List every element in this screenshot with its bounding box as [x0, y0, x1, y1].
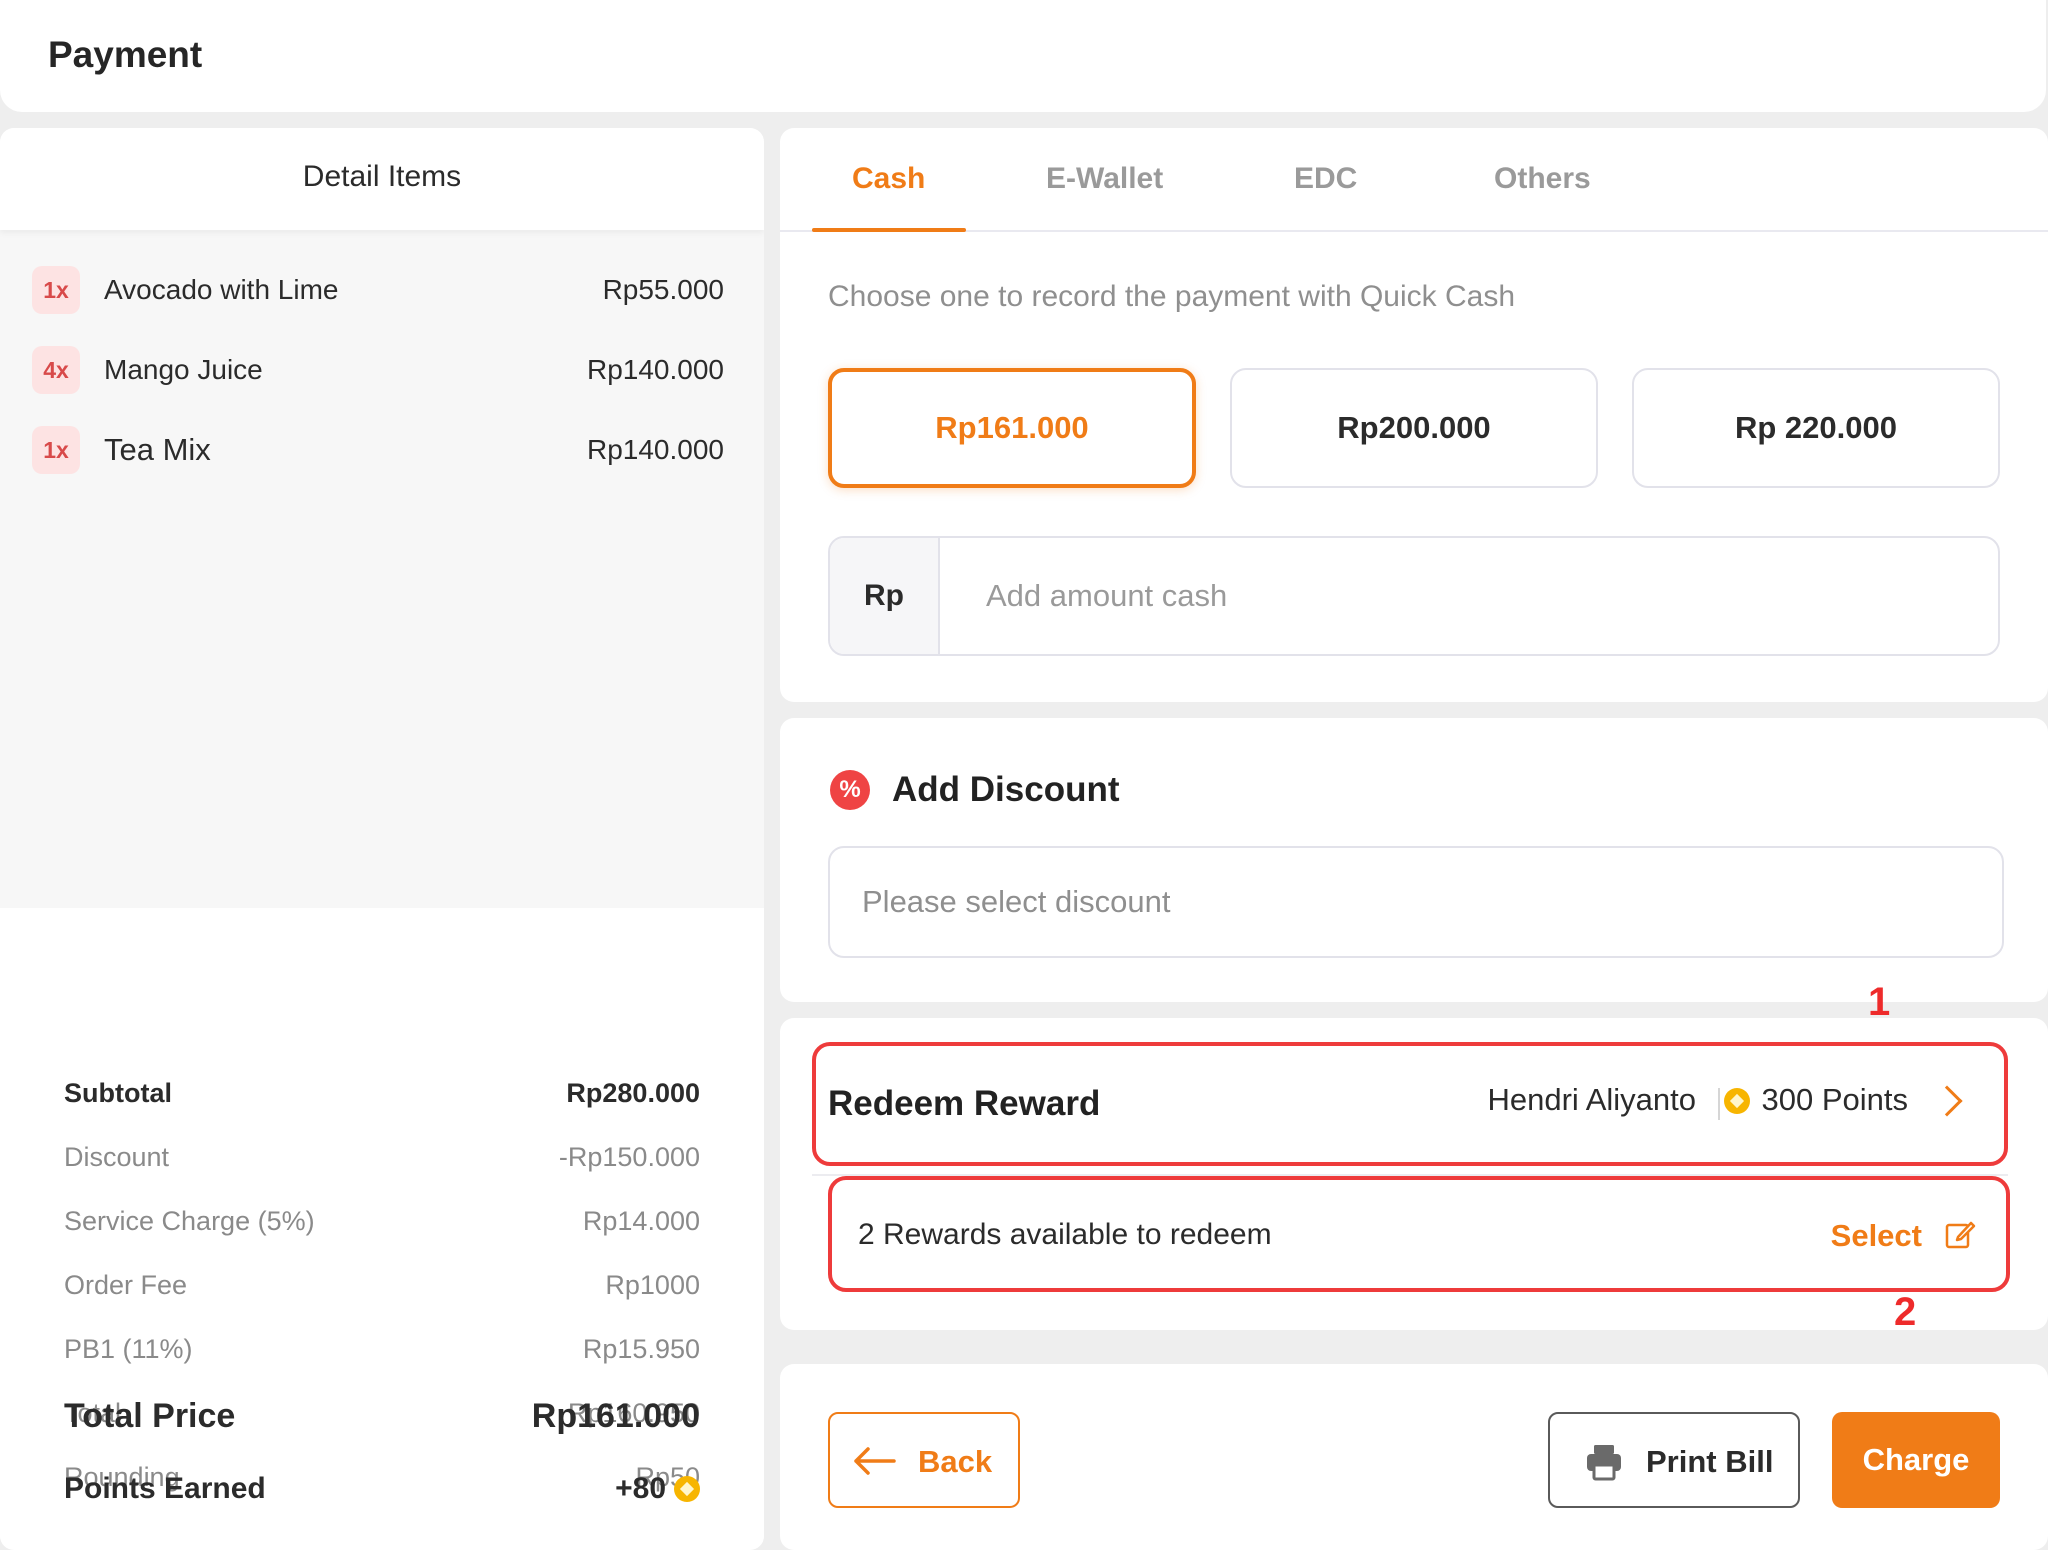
available-rewards-row: 2 Rewards available to redeem Select — [828, 1176, 2010, 1292]
list-item: 4x Mango Juice Rp140.000 — [32, 346, 724, 394]
discount-title: Add Discount — [892, 770, 1120, 809]
back-label: Back — [918, 1444, 993, 1479]
total-price-label: Total Price — [64, 1397, 236, 1435]
tab-cash[interactable]: Cash — [852, 162, 925, 196]
service-charge-label: Service Charge (5%) — [64, 1206, 315, 1236]
cash-amount-input[interactable] — [942, 538, 1998, 654]
discount-card: % Add Discount Please select discount — [780, 718, 2048, 1002]
subtotal-value: Rp280.000 — [566, 1078, 700, 1108]
action-bar: Back Print Bill Charge — [780, 1364, 2048, 1550]
page-title: Payment — [48, 34, 203, 75]
annotation-label-1: 1 — [1868, 980, 1891, 1024]
print-bill-button[interactable]: Print Bill — [1548, 1412, 1800, 1508]
customer-points: 300 Points — [1723, 1082, 1909, 1118]
discount-select[interactable]: Please select discount — [828, 846, 2004, 958]
item-price: Rp55.000 — [602, 274, 724, 305]
points-earned-value: +80 — [615, 1472, 666, 1505]
service-charge-value: Rp14.000 — [582, 1206, 700, 1236]
quick-cash-option[interactable]: Rp161.000 — [828, 368, 1196, 488]
order-summary: Subtotal Rp280.000 Discount -Rp150.000 S… — [0, 908, 764, 1550]
order-fee-label: Order Fee — [64, 1270, 188, 1300]
cash-amount-field: Rp — [828, 536, 2000, 656]
pb1-value: Rp15.950 — [582, 1334, 700, 1364]
chevron-right-icon — [1931, 1085, 1963, 1117]
available-rewards-text: 2 Rewards available to redeem — [858, 1218, 1272, 1251]
discount-value: -Rp150.000 — [558, 1142, 700, 1172]
points-earned-value-wrap: +80 — [615, 1472, 700, 1506]
tab-e-wallet[interactable]: E-Wallet — [1046, 162, 1163, 196]
quick-cash-option[interactable]: Rp200.000 — [1230, 368, 1598, 488]
subtotal-label: Subtotal — [64, 1078, 172, 1108]
percent-icon: % — [830, 770, 870, 810]
item-price: Rp140.000 — [586, 434, 724, 465]
coin-icon — [674, 1476, 700, 1502]
detail-items-title: Detail Items — [302, 160, 462, 193]
discount-label: Discount — [64, 1142, 170, 1172]
currency-prefix: Rp — [830, 538, 940, 654]
back-button[interactable]: Back — [828, 1412, 1020, 1508]
total-price-value: Rp161.000 — [531, 1397, 700, 1435]
item-qty-badge: 1x — [32, 426, 80, 474]
edit-icon[interactable] — [1944, 1218, 1976, 1250]
select-reward-button[interactable]: Select — [1831, 1218, 1922, 1254]
tab-others[interactable]: Others — [1494, 162, 1591, 196]
arrow-left-icon — [854, 1447, 896, 1475]
tab-edc[interactable]: EDC — [1294, 162, 1357, 196]
print-bill-label: Print Bill — [1646, 1444, 1774, 1479]
coin-icon — [1723, 1088, 1750, 1114]
printer-icon — [1587, 1445, 1621, 1481]
item-name: Avocado with Lime — [104, 274, 339, 305]
item-name: Tea Mix — [104, 432, 211, 467]
order-fee-value: Rp1000 — [605, 1270, 700, 1300]
list-item: 1x Tea Mix Rp140.000 — [32, 426, 724, 474]
redeem-reward-title: Redeem Reward — [828, 1084, 1101, 1123]
quick-cash-hint: Choose one to record the payment with Qu… — [828, 280, 1516, 313]
active-tab-indicator — [812, 228, 966, 232]
list-item: 1x Avocado with Lime Rp55.000 — [32, 266, 724, 314]
points-earned-label: Points Earned — [64, 1472, 266, 1505]
points-value: 300 Points — [1761, 1082, 1909, 1117]
annotation-label-2: 2 — [1894, 1290, 1917, 1334]
item-price: Rp140.000 — [586, 354, 724, 385]
quick-cash-option[interactable]: Rp 220.000 — [1632, 368, 2000, 488]
customer-name: Hendri Aliyanto — [1487, 1082, 1696, 1117]
page-header: Payment — [0, 0, 2046, 112]
detail-items-panel: Detail Items 1x Avocado with Lime Rp55.0… — [0, 128, 764, 1550]
charge-button[interactable]: Charge — [1832, 1412, 2000, 1508]
item-name: Mango Juice — [104, 354, 263, 385]
item-qty-badge: 4x — [32, 346, 80, 394]
payment-tabs: Cash E-Wallet EDC Others — [780, 128, 2048, 232]
item-qty-badge: 1x — [32, 266, 80, 314]
payment-method-card: Cash E-Wallet EDC Others Choose one to r… — [780, 128, 2048, 702]
pb1-label: PB1 (11%) — [64, 1334, 193, 1364]
redeem-reward-row[interactable]: Redeem Reward Hendri Aliyanto 300 Points — [812, 1042, 2008, 1166]
divider — [1718, 1088, 1720, 1120]
detail-items-header: Detail Items — [0, 128, 764, 230]
reward-card: 1 Redeem Reward Hendri Aliyanto 300 Poin… — [780, 980, 2048, 1334]
